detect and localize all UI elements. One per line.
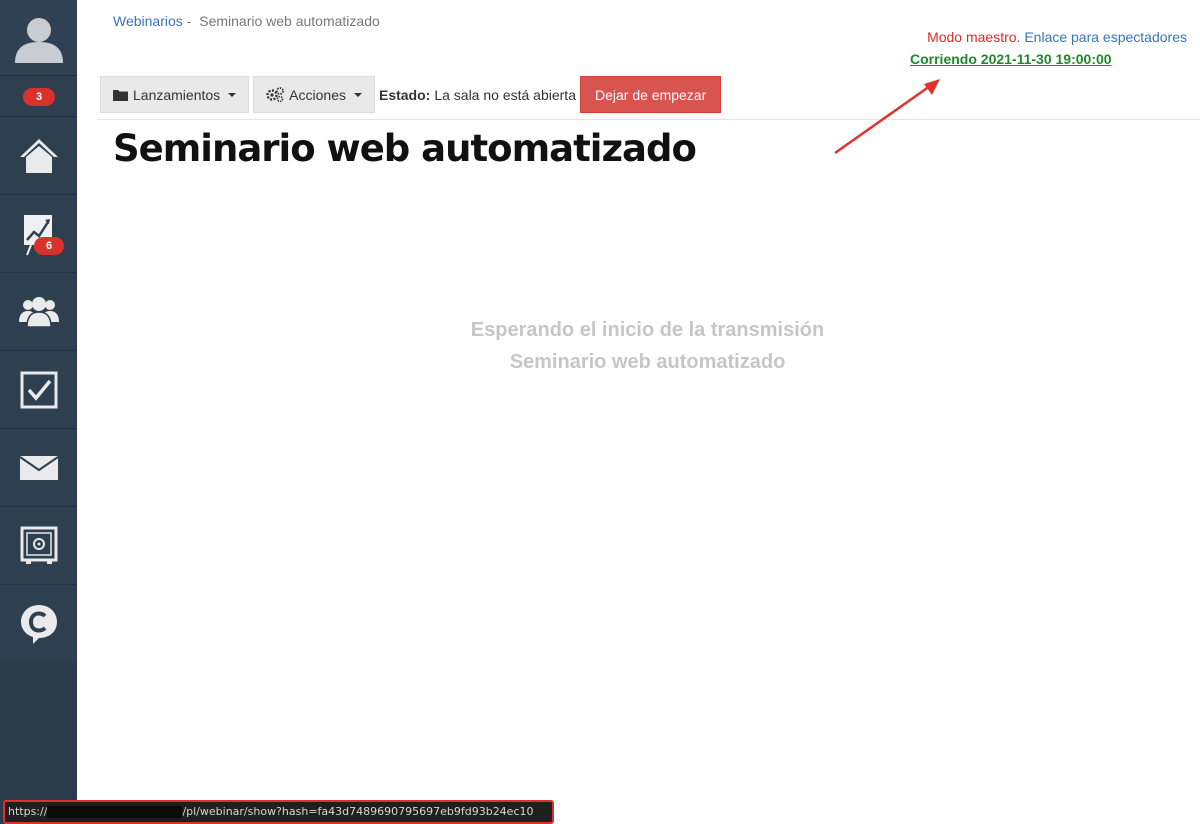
users-icon xyxy=(18,296,59,328)
waiting-message: Esperando el inicio de la transmisión Se… xyxy=(330,314,965,378)
sidebar: 3 6 xyxy=(0,0,77,824)
chevron-down-icon xyxy=(353,92,362,97)
breadcrumb-current: Seminario web automatizado xyxy=(199,13,380,29)
running-datetime-link[interactable]: Corriendo 2021-11-30 19:00:00 xyxy=(910,51,1112,67)
sidebar-item-home[interactable] xyxy=(0,117,77,195)
safe-icon xyxy=(20,526,57,564)
notifications-row[interactable]: 3 xyxy=(0,77,77,117)
breadcrumb-webinars-link[interactable]: Webinarios xyxy=(113,13,183,29)
gears-icon xyxy=(266,87,285,102)
folder-icon xyxy=(113,89,128,101)
stop-starting-button[interactable]: Dejar de empezar xyxy=(579,76,722,113)
waiting-message-line1: Esperando el inicio de la transmisión xyxy=(470,319,825,341)
annotation-arrow-icon xyxy=(834,79,940,155)
divider xyxy=(97,119,1200,120)
room-status: Estado: La sala no está abierta xyxy=(379,76,580,113)
status-label: Estado: xyxy=(378,86,431,103)
master-mode-label: Modo maestro. xyxy=(927,29,1021,45)
sidebar-item-mail[interactable] xyxy=(0,429,77,507)
status-value: La sala no está abierta xyxy=(434,86,576,103)
envelope-icon xyxy=(18,455,59,480)
user-avatar-icon xyxy=(14,17,63,63)
sidebar-item-users[interactable] xyxy=(0,273,77,351)
actions-dropdown[interactable]: Acciones xyxy=(253,76,375,113)
status-url-path: /pl/webinar/show?hash=fa43d7489690795697… xyxy=(182,805,534,818)
page-title: Seminario web automatizado xyxy=(113,127,697,170)
launches-dropdown[interactable]: Lanzamientos xyxy=(100,76,250,113)
user-avatar[interactable] xyxy=(0,0,77,76)
chat-c-icon xyxy=(20,604,57,644)
browser-status-url: https:// /pl/webinar/show?hash=fa43d74896… xyxy=(3,800,554,824)
waiting-message-line2: Seminario web automatizado xyxy=(509,351,786,373)
sidebar-item-chat[interactable] xyxy=(0,585,77,663)
actions-label: Acciones xyxy=(289,86,346,103)
checkbox-icon xyxy=(20,371,57,408)
redacted-domain xyxy=(47,806,183,818)
status-url-prefix: https:// xyxy=(8,805,48,818)
sidebar-item-tasks[interactable] xyxy=(0,351,77,429)
webinars-badge: 6 xyxy=(34,237,64,255)
sidebar-item-safe[interactable] xyxy=(0,507,77,585)
viewers-link[interactable]: Enlace para espectadores xyxy=(1024,29,1187,45)
notifications-badge: 3 xyxy=(23,88,55,106)
breadcrumb: Webinarios - Seminario web automatizado xyxy=(113,13,380,29)
home-icon xyxy=(19,138,58,173)
mode-info: Modo maestro. Enlace para espectadores xyxy=(927,29,1187,45)
launches-label: Lanzamientos xyxy=(133,86,221,103)
chevron-down-icon xyxy=(228,92,237,97)
breadcrumb-separator: - xyxy=(186,13,192,29)
toolbar: Lanzamientos Acciones Estado: La sala no… xyxy=(100,76,722,113)
sidebar-item-webinars[interactable]: 6 xyxy=(0,195,77,273)
